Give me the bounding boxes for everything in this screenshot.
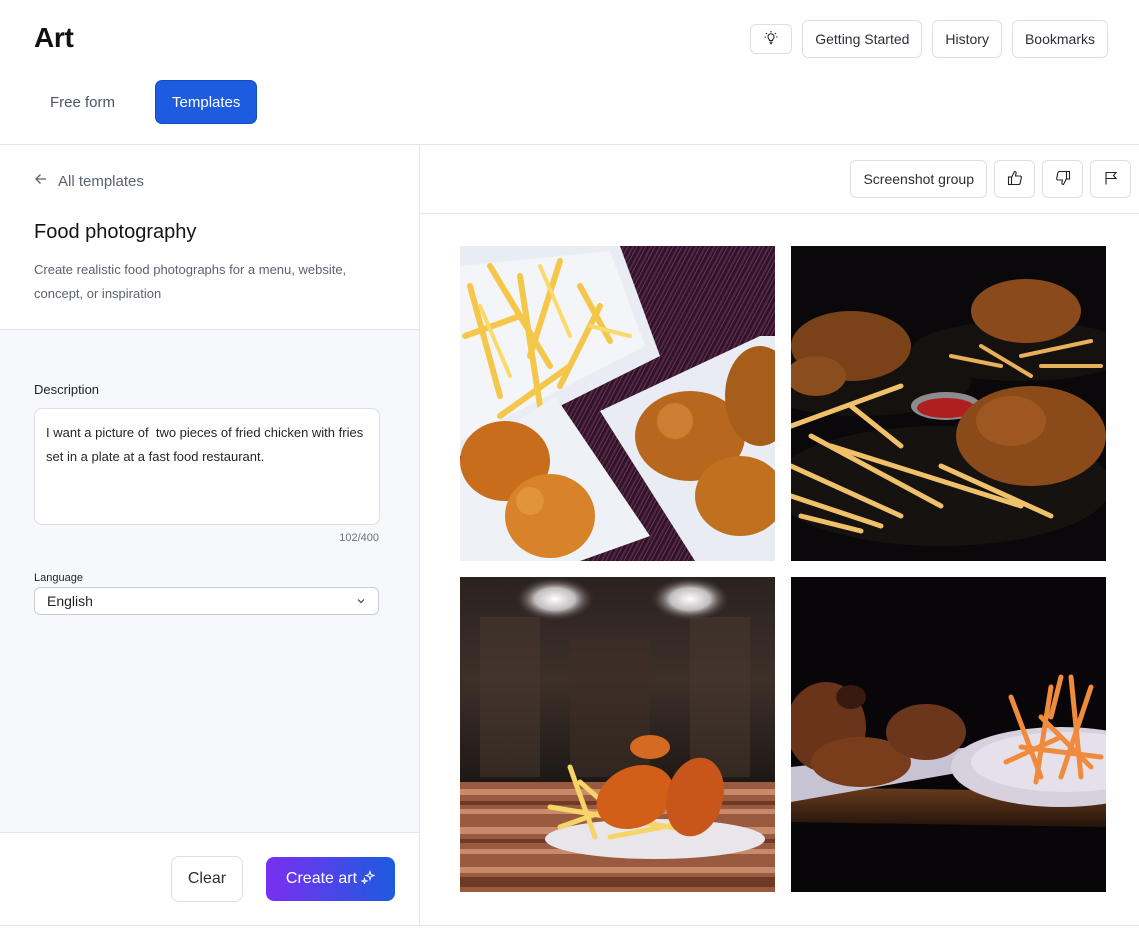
language-value: English <box>47 593 93 609</box>
bottom-divider <box>0 925 1139 926</box>
generated-image-2[interactable] <box>791 246 1106 561</box>
lightbulb-icon <box>763 30 779 49</box>
description-input[interactable] <box>34 408 380 525</box>
thumbs-down-button[interactable] <box>1042 160 1083 198</box>
create-art-label: Create art <box>285 870 358 887</box>
form-actions: Clear Create art <box>0 833 419 925</box>
thumbs-up-icon <box>1007 170 1023 189</box>
history-button[interactable]: History <box>932 20 1002 58</box>
tab-templates[interactable]: Templates <box>155 80 258 124</box>
tips-button[interactable] <box>750 24 793 54</box>
description-label: Description <box>34 382 100 397</box>
sparkle-icon <box>360 869 376 889</box>
arrow-left-icon <box>34 172 48 190</box>
top-actions: Getting Started History Bookmarks <box>750 20 1108 58</box>
thumbs-up-button[interactable] <box>994 160 1035 198</box>
character-counter: 102/400 <box>339 532 379 544</box>
generated-image-3[interactable] <box>460 577 775 892</box>
chevron-down-icon <box>356 593 366 609</box>
all-templates-label: All templates <box>58 172 144 190</box>
tab-free-form[interactable]: Free form <box>34 80 131 124</box>
template-description: Create realistic food photographs for a … <box>34 262 347 301</box>
generated-image-1[interactable] <box>460 246 775 561</box>
clear-button[interactable]: Clear <box>171 856 243 902</box>
generated-image-4[interactable] <box>791 577 1106 892</box>
screenshot-group-button[interactable]: Screenshot group <box>850 160 987 198</box>
header: Art Getting Started History Bookmarks Fr… <box>0 0 1139 145</box>
thumbs-down-icon <box>1055 170 1071 189</box>
create-art-button[interactable]: Create art <box>266 857 395 901</box>
flag-button[interactable] <box>1090 160 1131 198</box>
template-form: Description 102/400 Language English <box>0 329 419 833</box>
template-panel: All templates Food photography Create re… <box>0 145 420 925</box>
toolbar-actions: Screenshot group <box>850 160 1131 198</box>
image-gallery <box>460 246 1106 892</box>
results-toolbar: Screenshot group <box>420 145 1139 214</box>
template-title: Food photography <box>34 221 197 243</box>
flag-icon <box>1103 170 1119 189</box>
mode-tabs: Free form Templates <box>34 80 258 124</box>
all-templates-link[interactable]: All templates <box>34 172 144 190</box>
bookmarks-button[interactable]: Bookmarks <box>1011 20 1108 58</box>
app-title: Art <box>34 22 74 53</box>
language-label: Language <box>34 572 83 584</box>
results-panel: Screenshot group <box>420 145 1139 925</box>
getting-started-button[interactable]: Getting Started <box>802 20 923 58</box>
language-select[interactable]: English <box>34 587 379 615</box>
